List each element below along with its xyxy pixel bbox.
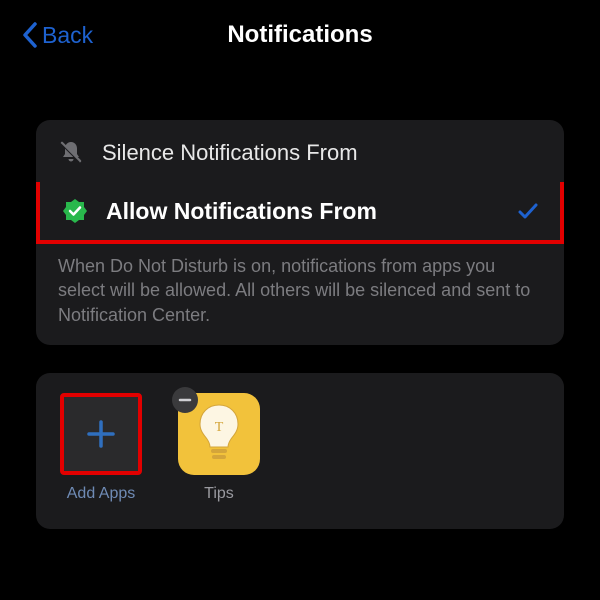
chevron-left-icon [22,22,38,48]
option-silence[interactable]: Silence Notifications From [36,124,564,182]
tips-tile: T [178,393,260,475]
add-apps-tile [60,393,142,475]
option-allow-label: Allow Notifications From [106,198,500,225]
option-description: When Do Not Disturb is on, notifications… [36,244,564,327]
checkmark-icon [516,199,540,223]
header-bar: Back Notifications [18,10,582,60]
lightbulb-icon: T [194,403,244,465]
remove-app-button[interactable] [172,387,198,413]
bell-slash-icon [56,138,86,168]
minus-icon [178,393,192,407]
add-apps-label: Add Apps [67,485,136,503]
options-card: Silence Notifications From Allow Notific… [36,120,564,345]
svg-text:T: T [215,420,224,435]
app-tips[interactable]: T Tips [174,393,264,503]
back-label: Back [42,22,93,49]
settings-screen: Back Notifications Silence Notifications… [0,0,600,539]
apps-card: Add Apps T Tips [36,373,564,529]
shield-check-icon [60,196,90,226]
option-silence-label: Silence Notifications From [102,140,544,166]
option-allow[interactable]: Allow Notifications From [36,182,564,244]
back-button[interactable]: Back [22,22,93,49]
app-tips-label: Tips [204,485,234,503]
add-apps-button[interactable]: Add Apps [56,393,146,503]
plus-icon [83,416,119,452]
